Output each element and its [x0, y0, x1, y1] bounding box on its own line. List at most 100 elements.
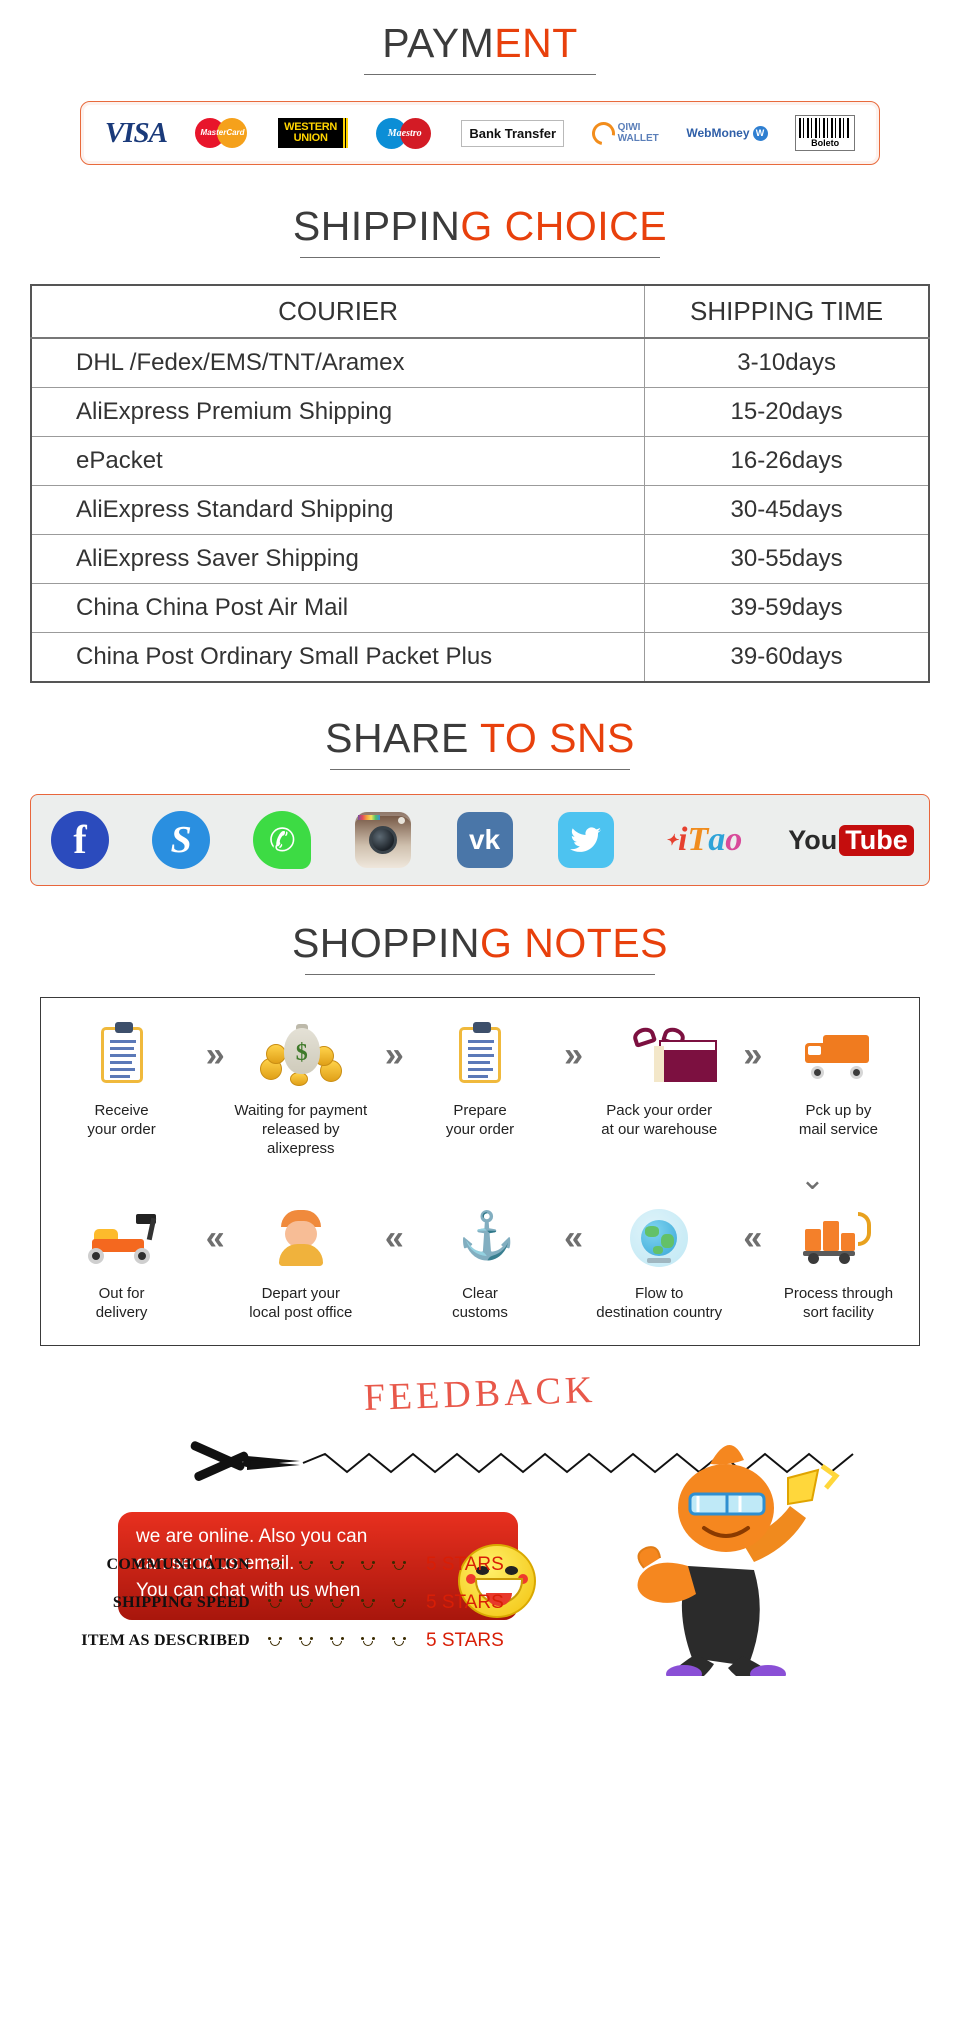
clipboard-icon [53, 1016, 190, 1094]
sns-heading-accent: TO SNS [480, 715, 635, 762]
maestro-icon: Maestro [375, 116, 434, 150]
table-row: China Post Ordinary Small Packet Plus 39-… [30, 632, 930, 683]
shipping-heading: SHIPPING CHOICE [0, 203, 960, 259]
chevron-right-icon: » [743, 1035, 762, 1074]
shipping-heading-dark: SHIPPIN [292, 203, 461, 250]
chevron-right-icon: » [205, 1035, 225, 1074]
rating-value: 5 STARS [426, 1629, 504, 1651]
flow-step-depart-post-office: Depart your local post office [232, 1199, 369, 1323]
flow-step-clear-customs: ⚓ Clear customs [411, 1199, 548, 1323]
parcel-cart-icon [770, 1199, 907, 1277]
boleto-icon: Boleto [795, 115, 856, 152]
star-icon [291, 1588, 321, 1618]
qiwi-wallet-icon: QIWI WALLET [587, 116, 659, 150]
rating-row-communication: COMMUNICATON 5 STARS [78, 1546, 504, 1584]
mascot-illustration [592, 1416, 842, 1688]
globe-icon [591, 1199, 728, 1277]
table-row: ePacket 16-26days [30, 436, 930, 487]
sns-heading-dark: SHARE [325, 715, 481, 762]
star-icon [384, 1550, 414, 1580]
flow-step-out-for-delivery: Out for delivery [53, 1199, 190, 1323]
star-rating-communication [260, 1550, 414, 1580]
payment-methods-box: VISA MasterCard WESTERN UNION Maestro Ba… [80, 101, 880, 166]
chevron-right-icon: » [384, 1035, 404, 1074]
webmoney-icon: WebMoney W [686, 116, 768, 150]
table-row: DHL /Fedex/EMS/TNT/Aramex 3-10days [30, 337, 930, 389]
vk-icon[interactable]: vk [454, 809, 516, 871]
star-icon [322, 1626, 352, 1656]
chevron-left-icon: « [384, 1218, 404, 1257]
star-icon [353, 1550, 383, 1580]
sns-heading-rule [330, 769, 630, 771]
star-icon [353, 1626, 383, 1656]
product-description-page: PAYMENT VISA MasterCard WESTERN UNION Ma… [0, 20, 960, 1688]
table-row: AliExpress Standard Shipping 30-45days [30, 485, 930, 536]
flow-step-receive-order: Receive your order [53, 1016, 190, 1140]
payment-heading-accent: ENT [494, 20, 578, 66]
star-icon [260, 1626, 290, 1656]
notes-heading-rule [304, 974, 655, 976]
rating-row-shipping-speed: SHIPPING SPEED 5 STARS [78, 1584, 504, 1622]
scooter-icon [53, 1199, 190, 1277]
clipboard-icon [411, 1016, 548, 1094]
payment-heading-dark: PAYM [382, 20, 495, 66]
postman-icon [232, 1199, 369, 1277]
chevron-right-icon: » [564, 1035, 583, 1074]
notes-heading-accent: G NOTES [480, 920, 669, 967]
process-flow-row-2: Out for delivery « Depart your local pos… [53, 1199, 907, 1323]
gift-box-icon [591, 1016, 728, 1094]
star-icon [384, 1626, 414, 1656]
column-header-courier: COURIER [30, 284, 646, 340]
payment-heading-rule [364, 74, 596, 76]
shopping-notes-box: Receive your order » Waiting for payment… [40, 997, 920, 1346]
mastercard-icon: MasterCard [194, 116, 251, 150]
star-icon [260, 1588, 290, 1618]
visa-icon: VISA [104, 116, 168, 149]
facebook-icon[interactable]: f [49, 809, 111, 871]
star-icon [322, 1550, 352, 1580]
column-header-shipping-time: SHIPPING TIME [644, 284, 930, 340]
flow-step-pack-order: Pack your order at our warehouse [591, 1016, 728, 1140]
flow-step-pick-up: Pck up by mail service [770, 1016, 907, 1140]
twitter-icon[interactable] [555, 809, 617, 871]
star-rating-shipping-speed [260, 1588, 414, 1618]
western-union-icon: WESTERN UNION [278, 116, 349, 150]
anchor-icon: ⚓ [458, 1209, 516, 1262]
star-icon [291, 1626, 321, 1656]
feedback-ratings: COMMUNICATON 5 STARS SHIPPING SPEED 5 ST… [78, 1546, 504, 1660]
chevron-left-icon: « [564, 1218, 583, 1257]
table-row: AliExpress Saver Shipping 30-55days [30, 534, 930, 585]
notes-heading-dark: SHOPPIN [291, 920, 480, 967]
flow-step-waiting-payment: Waiting for payment released by alixepre… [232, 1016, 369, 1158]
table-row: China China Post Air Mail 39-59days [30, 583, 930, 634]
flow-step-flow-to-country: Flow to destination country [591, 1199, 728, 1323]
sns-icons-box: f S ✆ vk ✦ i Ta o You Tube [30, 794, 930, 887]
bank-transfer-icon: Bank Transfer [461, 116, 565, 150]
itao-icon[interactable]: ✦ i Ta o [656, 809, 752, 871]
shipping-heading-accent: G CHOICE [460, 203, 668, 250]
rating-row-item-as-described: ITEM AS DESCRIBED 5 STARS [78, 1622, 504, 1660]
star-icon [291, 1550, 321, 1580]
flow-step-prepare-order: Prepare your order [411, 1016, 548, 1140]
star-rating-item-as-described [260, 1626, 414, 1656]
star-icon [322, 1588, 352, 1618]
shipping-table: COURIER SHIPPING TIME DHL /Fedex/EMS/TNT… [30, 284, 930, 684]
youtube-icon[interactable]: You Tube [788, 809, 914, 871]
sns-heading: SHARE TO SNS [0, 715, 960, 771]
payment-heading: PAYMENT [0, 20, 960, 76]
chevron-left-icon: « [743, 1218, 762, 1257]
skype-icon[interactable]: S [150, 809, 212, 871]
table-row: AliExpress Premium Shipping 15-20days [30, 387, 930, 438]
rating-value: 5 STARS [426, 1591, 504, 1613]
chevron-down-icon: ⌄ [799, 1163, 825, 1197]
whatsapp-icon[interactable]: ✆ [251, 809, 313, 871]
star-icon [353, 1588, 383, 1618]
flow-step-sort-facility: Process through sort facility [770, 1199, 907, 1323]
shipping-heading-rule [299, 257, 660, 259]
delivery-truck-icon [770, 1016, 907, 1094]
rating-value: 5 STARS [426, 1553, 504, 1575]
instagram-icon[interactable] [352, 809, 414, 871]
feedback-area: we are online. Also you can can send us … [0, 1416, 960, 1688]
table-header-row: COURIER SHIPPING TIME [30, 284, 930, 340]
star-icon [260, 1550, 290, 1580]
